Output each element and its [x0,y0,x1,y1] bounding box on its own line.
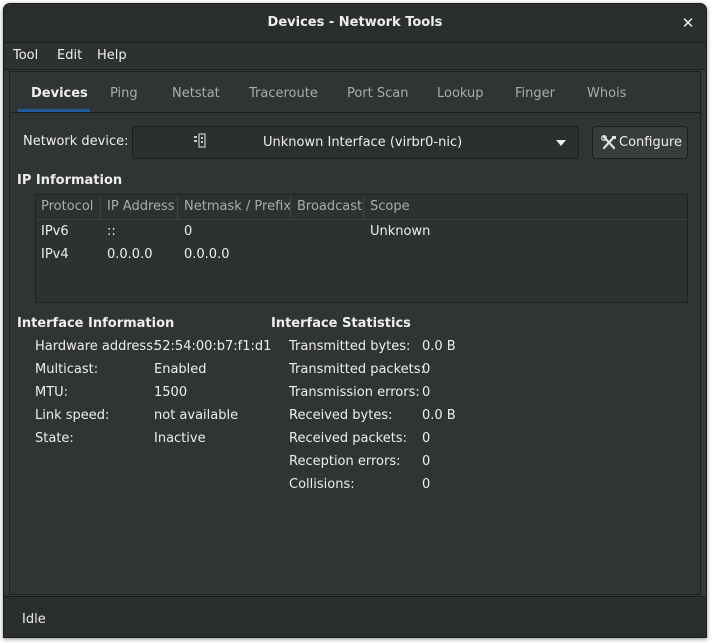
network-device-label: Network device: [23,134,129,149]
selected-device-text: Unknown Interface (virbr0-nic) [263,135,463,150]
tab-netstat[interactable]: Netstat [172,86,220,101]
collisions-value: 0 [422,477,431,492]
column-ip-address[interactable]: IP Address [107,199,175,214]
state-label: State: [35,431,74,446]
reception-errors-label: Reception errors: [289,454,401,469]
link-speed-label: Link speed: [35,408,110,423]
interface-statistics-title: Interface Statistics [271,316,411,331]
column-separator [290,195,291,219]
ip-information-table[interactable]: Protocol IP Address Netmask / Prefix Bro… [35,194,688,303]
table-header: Protocol IP Address Netmask / Prefix Bro… [36,195,687,220]
network-device-dropdown[interactable]: Unknown Interface (virbr0-nic) [132,126,579,159]
menu-tool[interactable]: Tool [13,48,38,63]
status-text: Idle [22,612,46,627]
interface-information-title: Interface Information [17,316,175,331]
transmitted-bytes-label: Transmitted bytes: [289,339,411,354]
tab-finger[interactable]: Finger [515,86,555,101]
tab-bar: Devices Ping Netstat Traceroute Port Sca… [10,72,700,113]
tab-ping[interactable]: Ping [110,86,138,101]
dropdown-arrow-icon [556,140,566,146]
column-separator [100,195,101,219]
column-netmask[interactable]: Netmask / Prefix [184,199,291,214]
cell-netmask: 0 [184,224,193,239]
column-protocol[interactable]: Protocol [41,199,93,214]
ip-information-title: IP Information [17,173,123,188]
configure-label: Configure [619,135,683,150]
close-button[interactable]: ✕ [678,13,698,33]
title-bar: Devices - Network Tools ✕ [4,4,706,43]
menu-bar: Tool Edit Help [4,43,706,70]
received-bytes-value: 0.0 B [422,408,456,423]
network-interface-icon [194,133,206,148]
menu-edit[interactable]: Edit [57,48,82,63]
transmission-errors-value: 0 [422,385,431,400]
column-separator [363,195,364,219]
tab-lookup[interactable]: Lookup [437,86,484,101]
reception-errors-value: 0 [422,454,431,469]
transmitted-bytes-value: 0.0 B [422,339,456,354]
received-packets-value: 0 [422,431,431,446]
active-tab-indicator [18,109,90,112]
app-window: Devices - Network Tools ✕ Tool Edit Help… [3,3,707,638]
column-broadcast[interactable]: Broadcast [297,199,362,214]
mtu-label: MTU: [35,385,69,400]
status-bar: Idle [4,596,706,637]
state-value: Inactive [154,431,206,446]
cell-protocol: IPv6 [41,224,69,239]
column-separator [177,195,178,219]
cell-netmask: 0.0.0.0 [184,247,230,262]
cell-ip-address: :: [107,224,116,239]
configure-button[interactable]: Configure [592,126,688,159]
column-scope[interactable]: Scope [370,199,410,214]
multicast-label: Multicast: [35,362,99,377]
cell-ip-address: 0.0.0.0 [107,247,153,262]
tab-devices[interactable]: Devices [31,86,88,101]
cell-protocol: IPv4 [41,247,69,262]
link-speed-value: not available [154,408,239,423]
hardware-address-label: Hardware address: [35,339,158,354]
transmitted-packets-label: Transmitted packets: [289,362,425,377]
window-title: Devices - Network Tools [267,15,443,30]
multicast-value: Enabled [154,362,207,377]
transmitted-packets-value: 0 [422,362,431,377]
transmission-errors-label: Transmission errors: [289,385,420,400]
hardware-address-value: 52:54:00:b7:f1:d1 [154,339,272,354]
tab-whois[interactable]: Whois [587,86,626,101]
cell-scope: Unknown [370,224,431,239]
mtu-value: 1500 [154,385,188,400]
main-content: Devices Ping Netstat Traceroute Port Sca… [9,71,701,595]
tools-icon [601,135,616,150]
tab-traceroute[interactable]: Traceroute [249,86,318,101]
received-packets-label: Received packets: [289,431,407,446]
collisions-label: Collisions: [289,477,355,492]
received-bytes-label: Received bytes: [289,408,393,423]
menu-help[interactable]: Help [97,48,127,63]
tab-port-scan[interactable]: Port Scan [347,86,409,101]
